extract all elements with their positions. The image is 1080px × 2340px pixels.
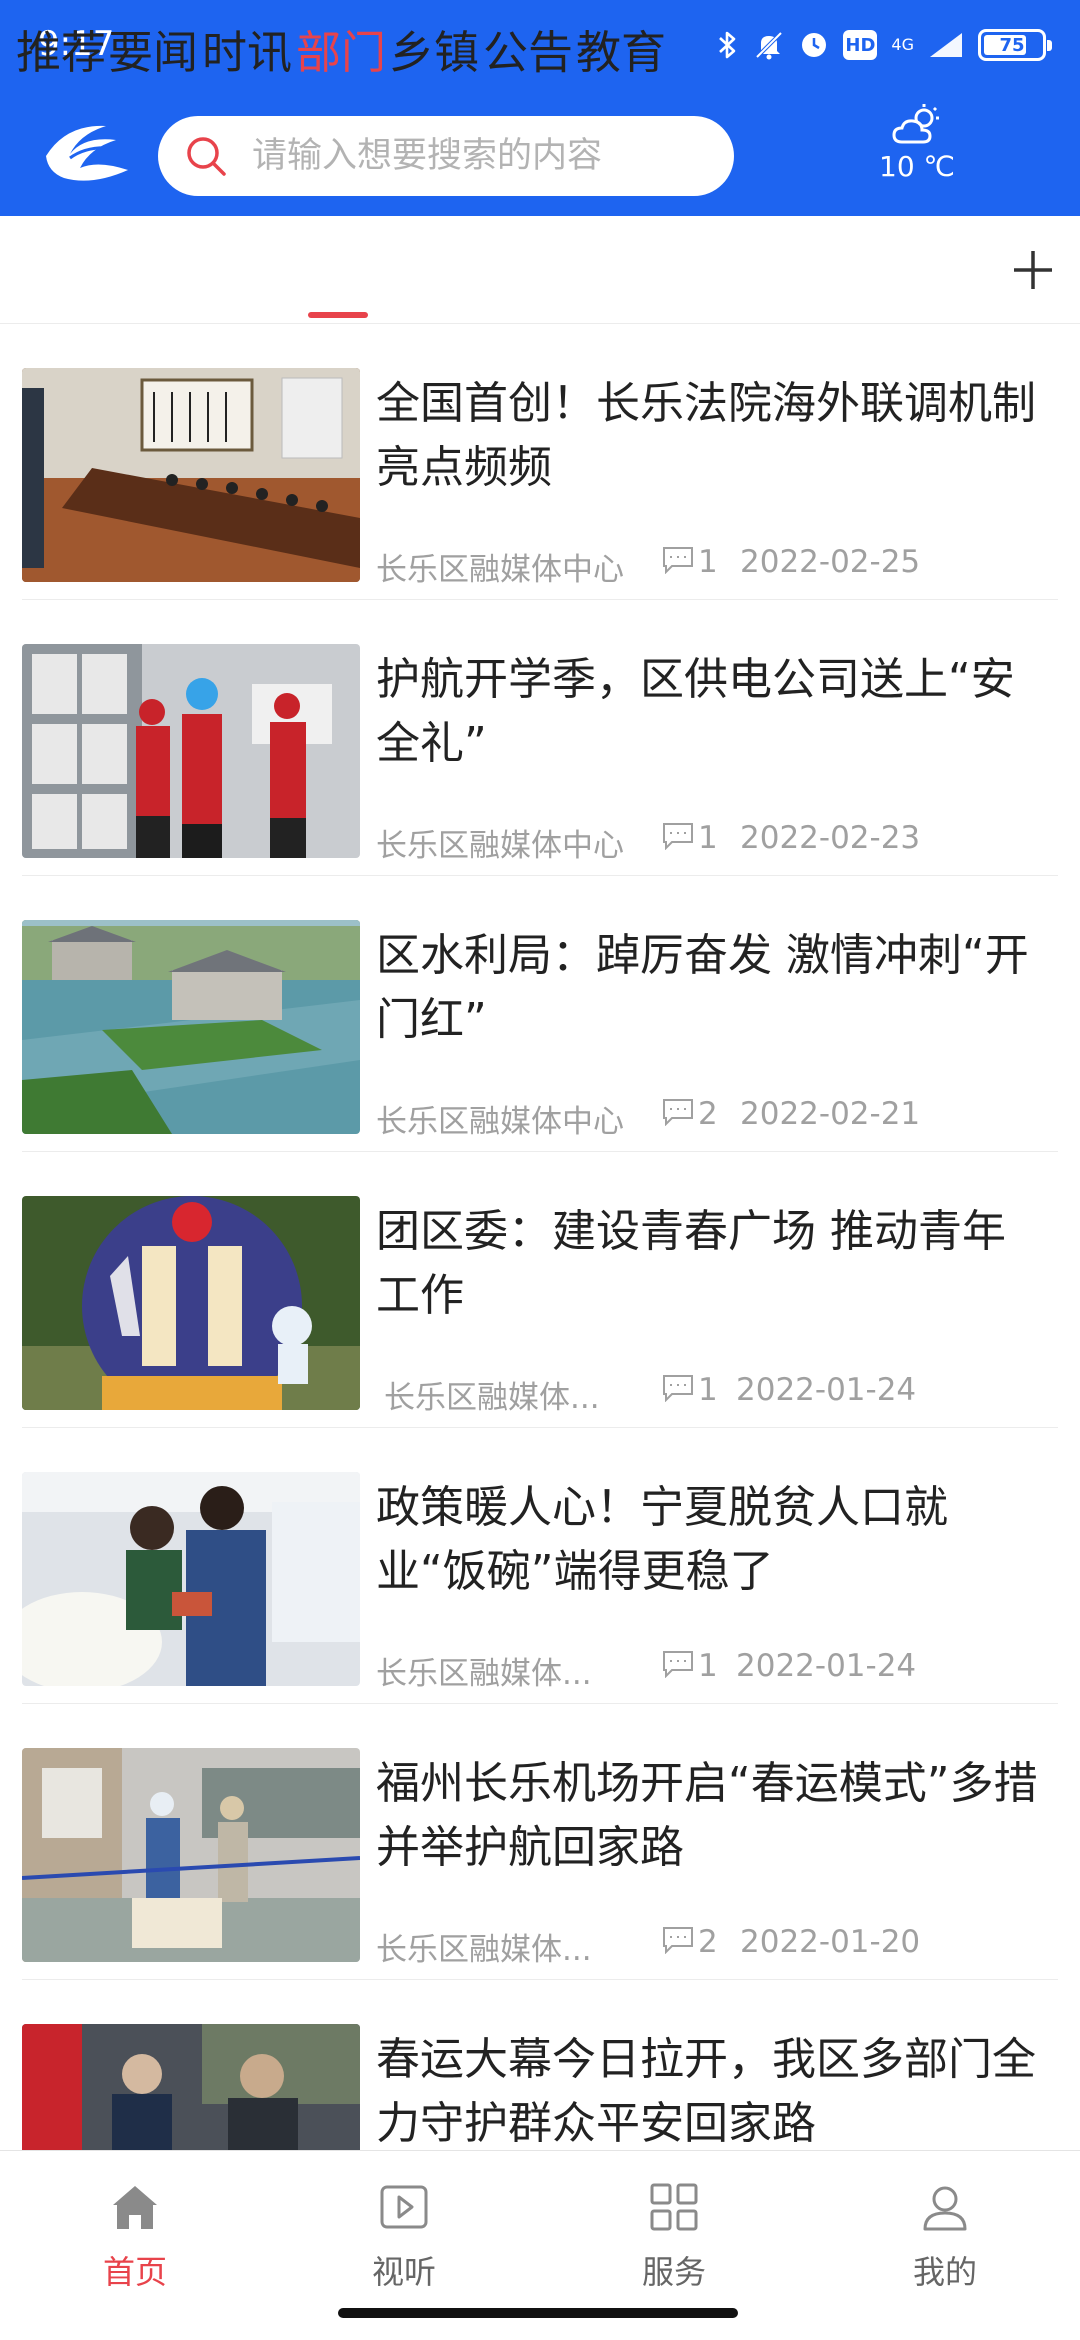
comment-icon [663, 547, 693, 574]
news-date: 2022-01-20 [740, 1924, 921, 1960]
news-title[interactable]: 福州长乐机场开启“春运模式”多措并举护航回家路 [376, 1752, 1046, 1880]
gesture-home-bar[interactable] [338, 2308, 738, 2318]
news-title[interactable]: 政策暖人心！宁夏脱贫人口就业“饭碗”端得更稳了 [376, 1476, 1046, 1604]
news-title[interactable]: 护航开学季，区供电公司送上“安全礼” [376, 648, 1046, 776]
user-icon [923, 2186, 967, 2231]
comment-count: 1 [698, 544, 718, 580]
tab-教育[interactable]: 教育 [576, 28, 666, 78]
tab-要闻[interactable]: 要闻 [108, 28, 198, 78]
news-thumbnail [22, 2024, 360, 2150]
comment-count: 2 [698, 1924, 718, 1960]
news-item[interactable]: 全国首创！长乐法院海外联调机制亮点频频 长乐区融媒体中心 1 2022-02-2… [0, 324, 1080, 600]
news-meta: 长乐区融媒体中心 1 2022-02-25 [376, 544, 1056, 588]
tab-时讯[interactable]: 时讯 [202, 28, 292, 78]
news-item[interactable]: 政策暖人心！宁夏脱贫人口就业“饭碗”端得更稳了 长乐区融媒体... 1 2022… [0, 1428, 1080, 1704]
news-meta: 长乐区融媒体中心 1 2022-02-23 [376, 820, 1056, 864]
bluetooth-icon [717, 29, 739, 61]
nav-services[interactable]: 服务 [574, 2179, 774, 2299]
comment-count: 1 [698, 1648, 718, 1684]
tab-公告[interactable]: 公告 [483, 28, 573, 78]
news-title[interactable]: 团区委：建设青春广场 推动青年工作 [376, 1200, 1046, 1328]
news-list: 全国首创！长乐法院海外联调机制亮点频频 长乐区融媒体中心 1 2022-02-2… [0, 324, 1080, 2150]
home-icon [113, 2186, 157, 2229]
news-item[interactable]: 福州长乐机场开启“春运模式”多措并举护航回家路 长乐区融媒体... 2 2022… [0, 1704, 1080, 1980]
news-thumbnail [22, 368, 360, 582]
comment-icon [663, 823, 693, 850]
comment-count: 1 [698, 820, 718, 856]
news-item[interactable]: 团区委：建设青春广场 推动青年工作 长乐区融媒体... 1 2022-01-24 [0, 1152, 1080, 1428]
weather-widget[interactable]: 10 ℃ [862, 104, 972, 200]
news-thumbnail [22, 1196, 360, 1410]
battery-level: 75 [999, 34, 1025, 56]
news-item[interactable]: 护航开学季，区供电公司送上“安全礼” 长乐区融媒体中心 1 2022-02-23 [0, 600, 1080, 876]
tab-乡镇[interactable]: 乡镇 [389, 28, 479, 78]
news-date: 2022-01-24 [736, 1372, 917, 1408]
news-source: 长乐区融媒体中心 [376, 1104, 624, 1140]
comment-icon [663, 1099, 693, 1126]
active-tab-indicator [308, 312, 368, 318]
news-source: 长乐区融媒体... [384, 1380, 600, 1416]
news-date: 2022-02-25 [740, 544, 921, 580]
news-date: 2022-01-24 [736, 1648, 917, 1684]
news-source: 长乐区融媒体中心 [376, 552, 624, 588]
comment-icon [663, 1927, 693, 1954]
app-logo[interactable] [40, 112, 130, 192]
news-thumbnail [22, 1748, 360, 1962]
nav-label: 视听 [371, 2253, 436, 2291]
tab-部门[interactable]: 部门 [296, 28, 386, 78]
news-source: 长乐区融媒体中心 [376, 828, 624, 864]
news-title[interactable]: 区水利局：踔厉奋发 激情冲刺“开门红” [376, 924, 1046, 1052]
mute-bell-icon [753, 29, 785, 61]
news-thumbnail [22, 920, 360, 1134]
news-meta: 长乐区融媒体... 2 2022-01-20 [376, 1924, 1056, 1968]
news-date: 2022-02-23 [740, 820, 921, 856]
news-item[interactable]: 区水利局：踔厉奋发 激情冲刺“开门红” 长乐区融媒体中心 2 2022-02-2… [0, 876, 1080, 1152]
comment-count: 2 [698, 1096, 718, 1132]
news-item[interactable]: 春运大幕今日拉开，我区多部门全力守护群众平安回家路 [0, 1980, 1080, 2150]
news-source: 长乐区融媒体... [376, 1932, 592, 1968]
alarm-clock-icon [799, 30, 829, 60]
search-input[interactable] [252, 116, 712, 196]
category-tabs [0, 216, 1080, 324]
news-source: 长乐区融媒体... [376, 1656, 592, 1692]
temperature: 10 ℃ [879, 150, 955, 183]
nav-profile[interactable]: 我的 [845, 2179, 1045, 2299]
tab-推荐[interactable]: 推荐 [16, 28, 106, 78]
news-date: 2022-02-21 [740, 1096, 921, 1132]
news-meta: 长乐区融媒体... 1 2022-01-24 [376, 1372, 1056, 1416]
search-bar[interactable] [158, 116, 734, 196]
nav-label: 我的 [912, 2253, 977, 2291]
signal-icon [928, 31, 964, 59]
add-tab-icon[interactable] [1008, 245, 1058, 295]
nav-media[interactable]: 视听 [304, 2179, 504, 2299]
nav-label: 服务 [641, 2253, 706, 2291]
news-meta: 长乐区融媒体中心 2 2022-02-21 [376, 1096, 1056, 1140]
nav-label: 首页 [102, 2253, 167, 2291]
play-icon [380, 2185, 428, 2229]
news-title[interactable]: 春运大幕今日拉开，我区多部门全力守护群众平安回家路 [376, 2028, 1046, 2150]
grid-icon [650, 2183, 698, 2231]
news-meta: 长乐区融媒体... 1 2022-01-24 [376, 1648, 1056, 1692]
partly-cloudy-icon [892, 104, 939, 144]
comment-count: 1 [698, 1372, 718, 1408]
news-thumbnail [22, 1472, 360, 1686]
status-icons: HD 4G 75 [717, 22, 1052, 68]
comment-icon [663, 1375, 693, 1402]
comment-icon [663, 1651, 693, 1678]
search-icon [187, 137, 226, 176]
network-type: 4G [891, 35, 914, 54]
news-title[interactable]: 全国首创！长乐法院海外联调机制亮点频频 [376, 372, 1046, 500]
nav-home[interactable]: 首页 [35, 2179, 235, 2299]
news-thumbnail [22, 644, 360, 858]
hd-badge: HD [843, 30, 878, 60]
battery-icon: 75 [978, 29, 1052, 61]
